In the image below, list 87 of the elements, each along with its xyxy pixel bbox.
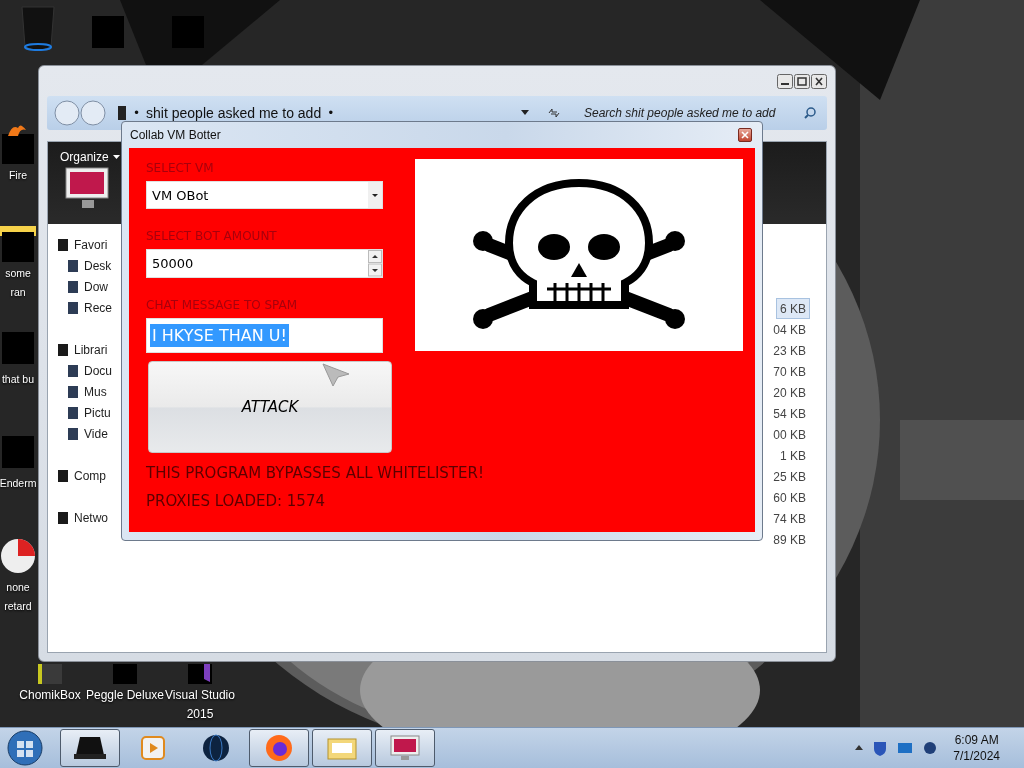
close-icon (741, 131, 749, 139)
file-size-cell-text: 23 KB (772, 343, 807, 360)
icon-label: 2015 (186, 707, 214, 722)
file-size-cell-text: 70 KB (772, 364, 807, 381)
tray-arrow-icon[interactable] (855, 743, 864, 753)
sidebar-item[interactable]: Pictu (84, 405, 111, 420)
item-icon (66, 258, 80, 273)
info-text: PROXIES LOADED: 1574 (146, 491, 325, 512)
item-icon (66, 279, 80, 294)
file-size-cell-text: 60 KB (772, 490, 807, 507)
taskbar-button[interactable] (312, 729, 372, 767)
clock[interactable]: 6:09 AM 7/1/2024 (947, 732, 1018, 764)
sidebar-item[interactable]: Comp (74, 468, 106, 483)
info-text: THIS PROGRAM BYPASSES ALL WHITELISTER! (146, 463, 484, 484)
group-icon (56, 510, 70, 525)
close-icon[interactable] (811, 73, 827, 89)
spin-arrows-icon (368, 250, 382, 277)
item-icon (66, 426, 80, 441)
breadcrumb-item[interactable]: shit people asked me to add (146, 105, 322, 121)
icon-label: Fire (8, 168, 28, 183)
monitor-icon (64, 166, 112, 210)
media-player-icon (140, 735, 166, 761)
close-button[interactable] (738, 128, 752, 142)
icon-label: Peggle Deluxe (85, 688, 165, 703)
taskbar-button[interactable] (60, 729, 120, 767)
icon-label: ChomikBox (19, 688, 81, 703)
start-button-icon[interactable] (6, 729, 44, 767)
file-size-cell-text: 04 KB (772, 322, 807, 339)
folder-icon (327, 736, 357, 760)
sidebar-item[interactable]: Dow (84, 279, 108, 294)
sidebar-item[interactable]: Desk (84, 258, 112, 273)
caret-icon (368, 182, 382, 208)
file-size-cell: 6 KB (776, 298, 810, 319)
caret-icon (112, 154, 120, 160)
sidebar-item[interactable]: Netwo (74, 510, 108, 525)
sidebar-item[interactable]: Favori (74, 237, 108, 252)
item-icon (66, 384, 80, 399)
window-title: Collab VM Botter (130, 128, 221, 142)
group-icon (56, 468, 70, 483)
maximize-icon[interactable] (794, 73, 810, 89)
icon-label: some (5, 266, 31, 281)
icon-label: Enderm (0, 476, 37, 491)
shield-icon[interactable] (873, 740, 888, 756)
field-label: SELECT BOT AMOUNT (146, 229, 278, 243)
sidebar-item[interactable]: Vide (84, 426, 108, 441)
breadcrumb-separator[interactable]: • (327, 106, 335, 120)
file-size-cell-text: 54 KB (772, 406, 807, 423)
file-size-cell-text: 89 KB (772, 532, 807, 549)
item-icon (66, 300, 80, 315)
sidebar-item[interactable]: Mus (84, 384, 107, 399)
amount-spinner[interactable]: 50000 (146, 249, 383, 278)
attack-button[interactable]: ATTACK (148, 361, 392, 453)
dropdown-caret-icon[interactable] (520, 109, 531, 117)
icon-label: retard (4, 599, 32, 614)
monitor-icon (389, 734, 421, 762)
file-size-cell-text: 00 KB (772, 427, 807, 444)
icon-label: that bu (1, 372, 35, 387)
hat-icon (74, 735, 106, 761)
firefox-icon (265, 734, 293, 762)
file-size-cell-text: 20 KB (772, 385, 807, 402)
globe-icon (202, 734, 230, 762)
file-size-cell-text: 74 KB (772, 511, 807, 528)
field-label: SELECT VM (146, 161, 215, 175)
file-size-cell-text: 25 KB (772, 469, 807, 486)
icon-label: Visual Studio (165, 688, 235, 703)
sidebar-item[interactable]: Librari (74, 342, 108, 357)
search-icon (803, 106, 817, 120)
item-icon (66, 405, 80, 420)
field-label: CHAT MESSAGE TO SPAM (146, 298, 299, 312)
blank-square-icon (113, 664, 137, 684)
cursor-icon (321, 362, 351, 388)
minimize-icon[interactable] (777, 73, 793, 89)
sidebar-item[interactable]: Docu (84, 363, 112, 378)
taskbar-button[interactable] (375, 729, 435, 767)
icon-label: ran (10, 285, 26, 300)
taskbar-button[interactable] (249, 729, 309, 767)
breadcrumb-separator[interactable]: • (133, 106, 141, 120)
item-icon (66, 363, 80, 378)
vm-select[interactable]: VM OBot (146, 181, 383, 209)
group-icon (56, 342, 70, 357)
organize-button[interactable]: Organize (56, 148, 124, 166)
group-icon (56, 237, 70, 252)
search-field[interactable]: Search shit people asked me to add (576, 101, 821, 125)
file-size-cell-text: 1 KB (779, 448, 807, 465)
sidebar-item[interactable]: Rece (84, 300, 112, 315)
disc-icon (0, 536, 38, 576)
icon-label: none (6, 580, 30, 595)
